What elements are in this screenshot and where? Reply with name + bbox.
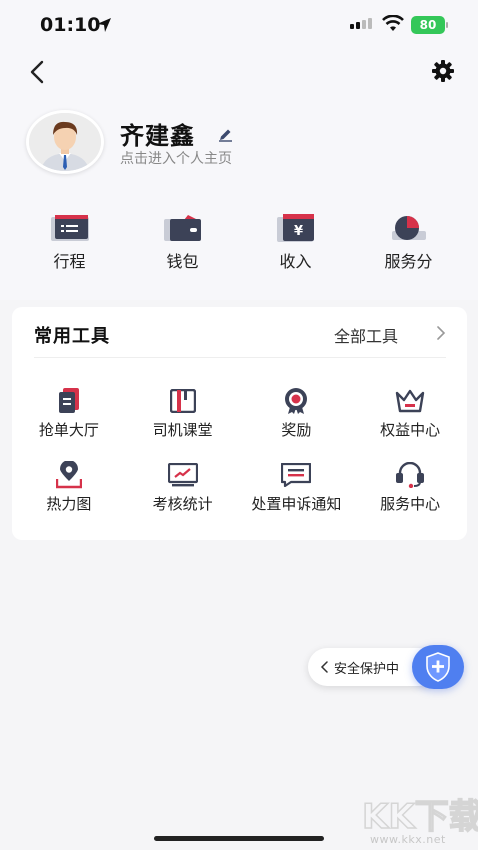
gear-icon (432, 60, 454, 82)
service-score-icon (391, 216, 426, 240)
quick-service-score-label: 服务分 (384, 252, 433, 271)
chevron-right-icon[interactable] (436, 326, 446, 340)
status-time: 01:10 (40, 14, 101, 36)
tool-appeal-notice-label: 处置申诉通知 (251, 495, 342, 513)
quick-itinerary[interactable]: 行程 (13, 212, 126, 282)
settings-button[interactable] (430, 58, 456, 84)
benefits-icon (395, 389, 425, 413)
home-indicator[interactable] (154, 836, 324, 841)
safety-protection-label: 安全保护中 (334, 661, 400, 677)
service-center-icon (396, 462, 425, 488)
common-tools-title: 常用工具 (34, 326, 110, 347)
watermark-url: www.kkx.net (370, 833, 446, 846)
tool-reward[interactable]: 奖励 (240, 387, 354, 440)
tool-order-hall[interactable]: 抢单大厅 (12, 387, 126, 440)
watermark-text: KK下载 (362, 797, 478, 835)
quick-wallet[interactable]: 钱包 (126, 212, 239, 282)
tool-assessment-label: 考核统计 (152, 495, 213, 513)
tools-grid: 抢单大厅 司机课堂 奖励 权益中心 热力图 考核统计 处置申诉通知 服务中心 (12, 387, 467, 514)
svg-text:¥: ¥ (293, 224, 302, 239)
tool-driver-class[interactable]: 司机课堂 (126, 387, 240, 440)
order-hall-icon (58, 388, 79, 413)
battery-level: 80 (419, 18, 437, 32)
itinerary-icon (50, 215, 89, 241)
avatar[interactable] (26, 110, 104, 174)
chevron-left-icon (320, 661, 328, 673)
tool-assessment[interactable]: 考核统计 (126, 461, 240, 514)
all-tools-link[interactable]: 全部工具 (334, 323, 398, 347)
wallet-icon (163, 215, 201, 241)
common-tools-card: 常用工具 全部工具 抢单大厅 司机课堂 奖励 权益中心 热力图 考核统计 处置申… (12, 307, 467, 540)
quick-actions: 行程 钱包 ¥ 收入 服务分 (0, 212, 478, 282)
wifi-icon (382, 15, 404, 31)
tool-appeal-notice[interactable]: 处置申诉通知 (240, 461, 354, 514)
quick-itinerary-label: 行程 (53, 252, 86, 271)
tool-order-hall-label: 抢单大厅 (38, 421, 99, 439)
tool-heatmap-label: 热力图 (46, 495, 92, 513)
income-icon: ¥ (276, 214, 314, 242)
tool-benefits-label: 权益中心 (380, 421, 441, 439)
tool-service-center[interactable]: 服务中心 (353, 461, 467, 514)
profile-subtitle[interactable]: 点击进入个人主页 (120, 148, 232, 168)
battery-nub (446, 22, 448, 28)
heatmap-icon (55, 461, 82, 489)
pencil-icon[interactable] (218, 127, 233, 142)
back-button[interactable] (24, 58, 50, 86)
quick-income[interactable]: ¥ 收入 (239, 212, 352, 282)
status-bar: 01:10 80 (0, 0, 478, 52)
quick-income-label: 收入 (279, 252, 312, 271)
chevron-left-icon (30, 60, 44, 84)
battery-icon: 80 (411, 16, 445, 34)
location-arrow-icon (97, 18, 111, 32)
appeal-notice-icon (281, 463, 312, 487)
tool-heatmap[interactable]: 热力图 (12, 461, 126, 514)
assessment-icon (167, 463, 198, 487)
driver-avatar-icon (29, 113, 101, 171)
shield-plus-icon (426, 652, 450, 682)
safety-shield-button[interactable] (412, 645, 464, 689)
quick-wallet-label: 钱包 (166, 252, 199, 271)
driver-class-icon (169, 389, 196, 413)
divider (34, 357, 446, 358)
tool-service-center-label: 服务中心 (380, 495, 441, 513)
tool-benefits[interactable]: 权益中心 (353, 387, 467, 440)
quick-service-score[interactable]: 服务分 (352, 212, 465, 282)
reward-icon (285, 388, 308, 414)
tool-driver-class-label: 司机课堂 (152, 421, 213, 439)
watermark-logo: KK下载 (361, 796, 478, 835)
tool-reward-label: 奖励 (281, 421, 312, 439)
profile-name[interactable]: 齐建鑫 (120, 116, 195, 151)
cellular-signal-icon (350, 18, 372, 29)
